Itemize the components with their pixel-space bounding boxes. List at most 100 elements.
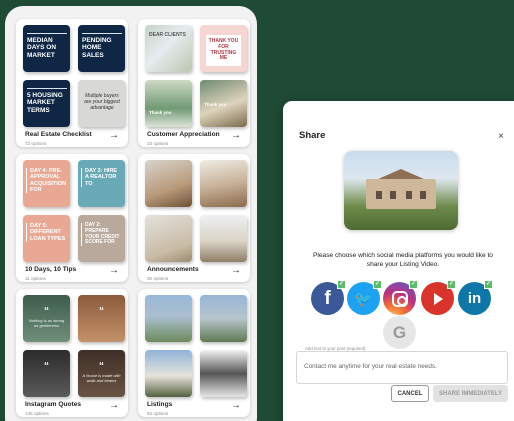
- share-dialog: Share × Please choose which social media…: [283, 101, 514, 421]
- thumbnail-text: Thank you for trusting me: [206, 35, 241, 66]
- thumbnail-grid: Median Days on Market Pending Home Sales…: [23, 25, 125, 128]
- category-card-real-estate-checklist[interactable]: Median Days on Market Pending Home Sales…: [16, 19, 128, 147]
- category-name: Instagram Quotes: [25, 401, 82, 408]
- template-thumbnail[interactable]: [200, 350, 247, 397]
- template-thumbnail[interactable]: Day 5: Different loan types: [23, 215, 70, 262]
- thumbnail-text: Median Days on Market: [27, 33, 67, 59]
- category-option-count: 30 options: [147, 276, 169, 281]
- category-name: Listings: [147, 401, 173, 408]
- quote-mark-icon: “: [99, 306, 104, 317]
- thumbnail-grid: “ Nothing is as strong as gentleness “ “…: [23, 295, 125, 398]
- thumbnail-grid: [145, 160, 247, 263]
- checkmark-icon: ✓: [484, 280, 493, 289]
- template-thumbnail[interactable]: Pending Home Sales: [78, 25, 125, 72]
- facebook-icon[interactable]: f ✓: [311, 280, 346, 315]
- quote-mark-icon: “: [44, 306, 49, 317]
- category-card-announcements[interactable]: Announcements 30 options →: [138, 154, 250, 282]
- category-name: Announcements: [147, 266, 199, 273]
- quote-text: A house is made with walls and beams: [82, 373, 121, 383]
- template-thumbnail[interactable]: Day 2: Prepare your credit score for: [78, 215, 125, 262]
- template-thumbnail[interactable]: Day 3: Hire a realtor to: [78, 160, 125, 207]
- checkmark-icon: ✓: [409, 280, 418, 289]
- category-card-listings[interactable]: Listings 62 options →: [138, 289, 250, 417]
- listing-preview-image: [344, 151, 458, 230]
- template-thumbnail[interactable]: [145, 160, 192, 207]
- thumbnail-grid: Day 4: Pre-approval acquisition for Day …: [23, 160, 125, 263]
- house-window: [406, 191, 412, 199]
- thumbnail-text: Day 3: Hire a realtor to: [81, 168, 122, 187]
- house-window: [420, 191, 426, 199]
- thumbnail-text: Day 5: Different loan types: [26, 223, 67, 242]
- share-prompt-text: Please choose which social media platfor…: [313, 252, 493, 259]
- thumbnail-text: Thank you: [204, 102, 227, 107]
- template-thumbnail[interactable]: Median Days on Market: [23, 25, 70, 72]
- google-icon[interactable]: G: [383, 316, 416, 349]
- template-thumbnail[interactable]: Day 4: Pre-approval acquisition for: [23, 160, 70, 207]
- quote-mark-icon: “: [99, 361, 104, 372]
- quote-text: Nothing is as strong as gentleness: [28, 318, 65, 328]
- template-thumbnail[interactable]: Multiple buyers are your biggest advanta…: [78, 80, 125, 127]
- category-option-count: 62 options: [147, 411, 169, 416]
- checkmark-icon: ✓: [337, 280, 346, 289]
- category-card-10-days-10-tips[interactable]: Day 4: Pre-approval acquisition for Day …: [16, 154, 128, 282]
- share-immediately-button[interactable]: SHARE IMMEDIATELY: [433, 385, 508, 402]
- checkmark-icon: ✓: [373, 280, 382, 289]
- category-name: Customer Appreciation: [147, 131, 220, 138]
- thumbnail-text: Multiple buyers are your biggest advanta…: [84, 93, 120, 111]
- category-option-count: 72 options: [25, 141, 47, 146]
- category-card-instagram-quotes[interactable]: “ Nothing is as strong as gentleness “ “…: [16, 289, 128, 417]
- twitter-icon[interactable]: 🐦 ✓: [347, 280, 382, 315]
- template-thumbnail[interactable]: “ A house is made with walls and beams: [78, 350, 125, 397]
- template-thumbnail[interactable]: “ Nothing is as strong as gentleness: [23, 295, 70, 342]
- thumbnail-text: Day 2: Prepare your credit score for: [81, 222, 122, 246]
- post-text-value[interactable]: Contact me anytime for your real estate …: [304, 363, 437, 370]
- arrow-right-icon[interactable]: →: [231, 131, 241, 141]
- thumbnail-text: Pending Home Sales: [82, 33, 122, 59]
- arrow-right-icon[interactable]: →: [109, 131, 119, 141]
- template-thumbnail[interactable]: [200, 160, 247, 207]
- facebook-glyph: f: [324, 287, 331, 309]
- thumbnail-grid: Dear Clients Thank you for trusting me T…: [145, 25, 247, 128]
- thumbnail-text: Day 4: Pre-approval acquisition for: [26, 168, 67, 194]
- post-text-label: Add text to your post (required): [303, 346, 368, 351]
- template-thumbnail[interactable]: Dear Clients: [145, 25, 192, 72]
- template-thumbnail[interactable]: “: [23, 350, 70, 397]
- twitter-glyph: 🐦: [354, 290, 373, 308]
- category-name: Real Estate Checklist: [25, 131, 92, 138]
- category-name: 10 Days, 10 Tips: [25, 266, 77, 273]
- instagram-icon[interactable]: ✓: [383, 280, 418, 315]
- thumbnail-text: Dear Clients: [149, 32, 186, 38]
- house-window: [390, 191, 396, 199]
- template-thumbnail[interactable]: [145, 350, 192, 397]
- arrow-right-icon[interactable]: →: [109, 401, 119, 411]
- share-prompt-text: share your Listing Video.: [366, 261, 440, 268]
- house-window: [376, 191, 382, 199]
- linkedin-icon[interactable]: in ✓: [458, 280, 493, 315]
- template-thumbnail[interactable]: Thank you: [200, 80, 247, 127]
- template-thumbnail[interactable]: 5 Housing Market Terms: [23, 80, 70, 127]
- quote-mark-icon: “: [44, 361, 49, 372]
- youtube-play-glyph: [434, 292, 443, 305]
- category-option-count: 23 options: [147, 141, 169, 146]
- arrow-right-icon[interactable]: →: [109, 266, 119, 276]
- category-option-count: 135 options: [25, 411, 49, 416]
- linkedin-glyph: in: [467, 290, 482, 307]
- template-catalog-panel: Median Days on Market Pending Home Sales…: [5, 6, 257, 421]
- arrow-right-icon[interactable]: →: [231, 401, 241, 411]
- google-glyph: G: [392, 322, 407, 342]
- template-thumbnail[interactable]: “: [78, 295, 125, 342]
- cancel-button[interactable]: CANCEL: [391, 385, 429, 402]
- category-card-customer-appreciation[interactable]: Dear Clients Thank you for trusting me T…: [138, 19, 250, 147]
- template-thumbnail[interactable]: Thank you for trusting me: [200, 25, 247, 72]
- arrow-right-icon[interactable]: →: [231, 266, 241, 276]
- checkmark-icon: ✓: [447, 280, 456, 289]
- template-thumbnail[interactable]: [145, 295, 192, 342]
- instagram-glyph: [391, 290, 408, 307]
- template-thumbnail[interactable]: [200, 295, 247, 342]
- thumbnail-grid: [145, 295, 247, 398]
- template-thumbnail[interactable]: [145, 215, 192, 262]
- youtube-icon[interactable]: ✓: [421, 280, 456, 315]
- template-thumbnail[interactable]: Thank you: [145, 80, 192, 127]
- close-icon[interactable]: ×: [498, 131, 504, 142]
- template-thumbnail[interactable]: [200, 215, 247, 262]
